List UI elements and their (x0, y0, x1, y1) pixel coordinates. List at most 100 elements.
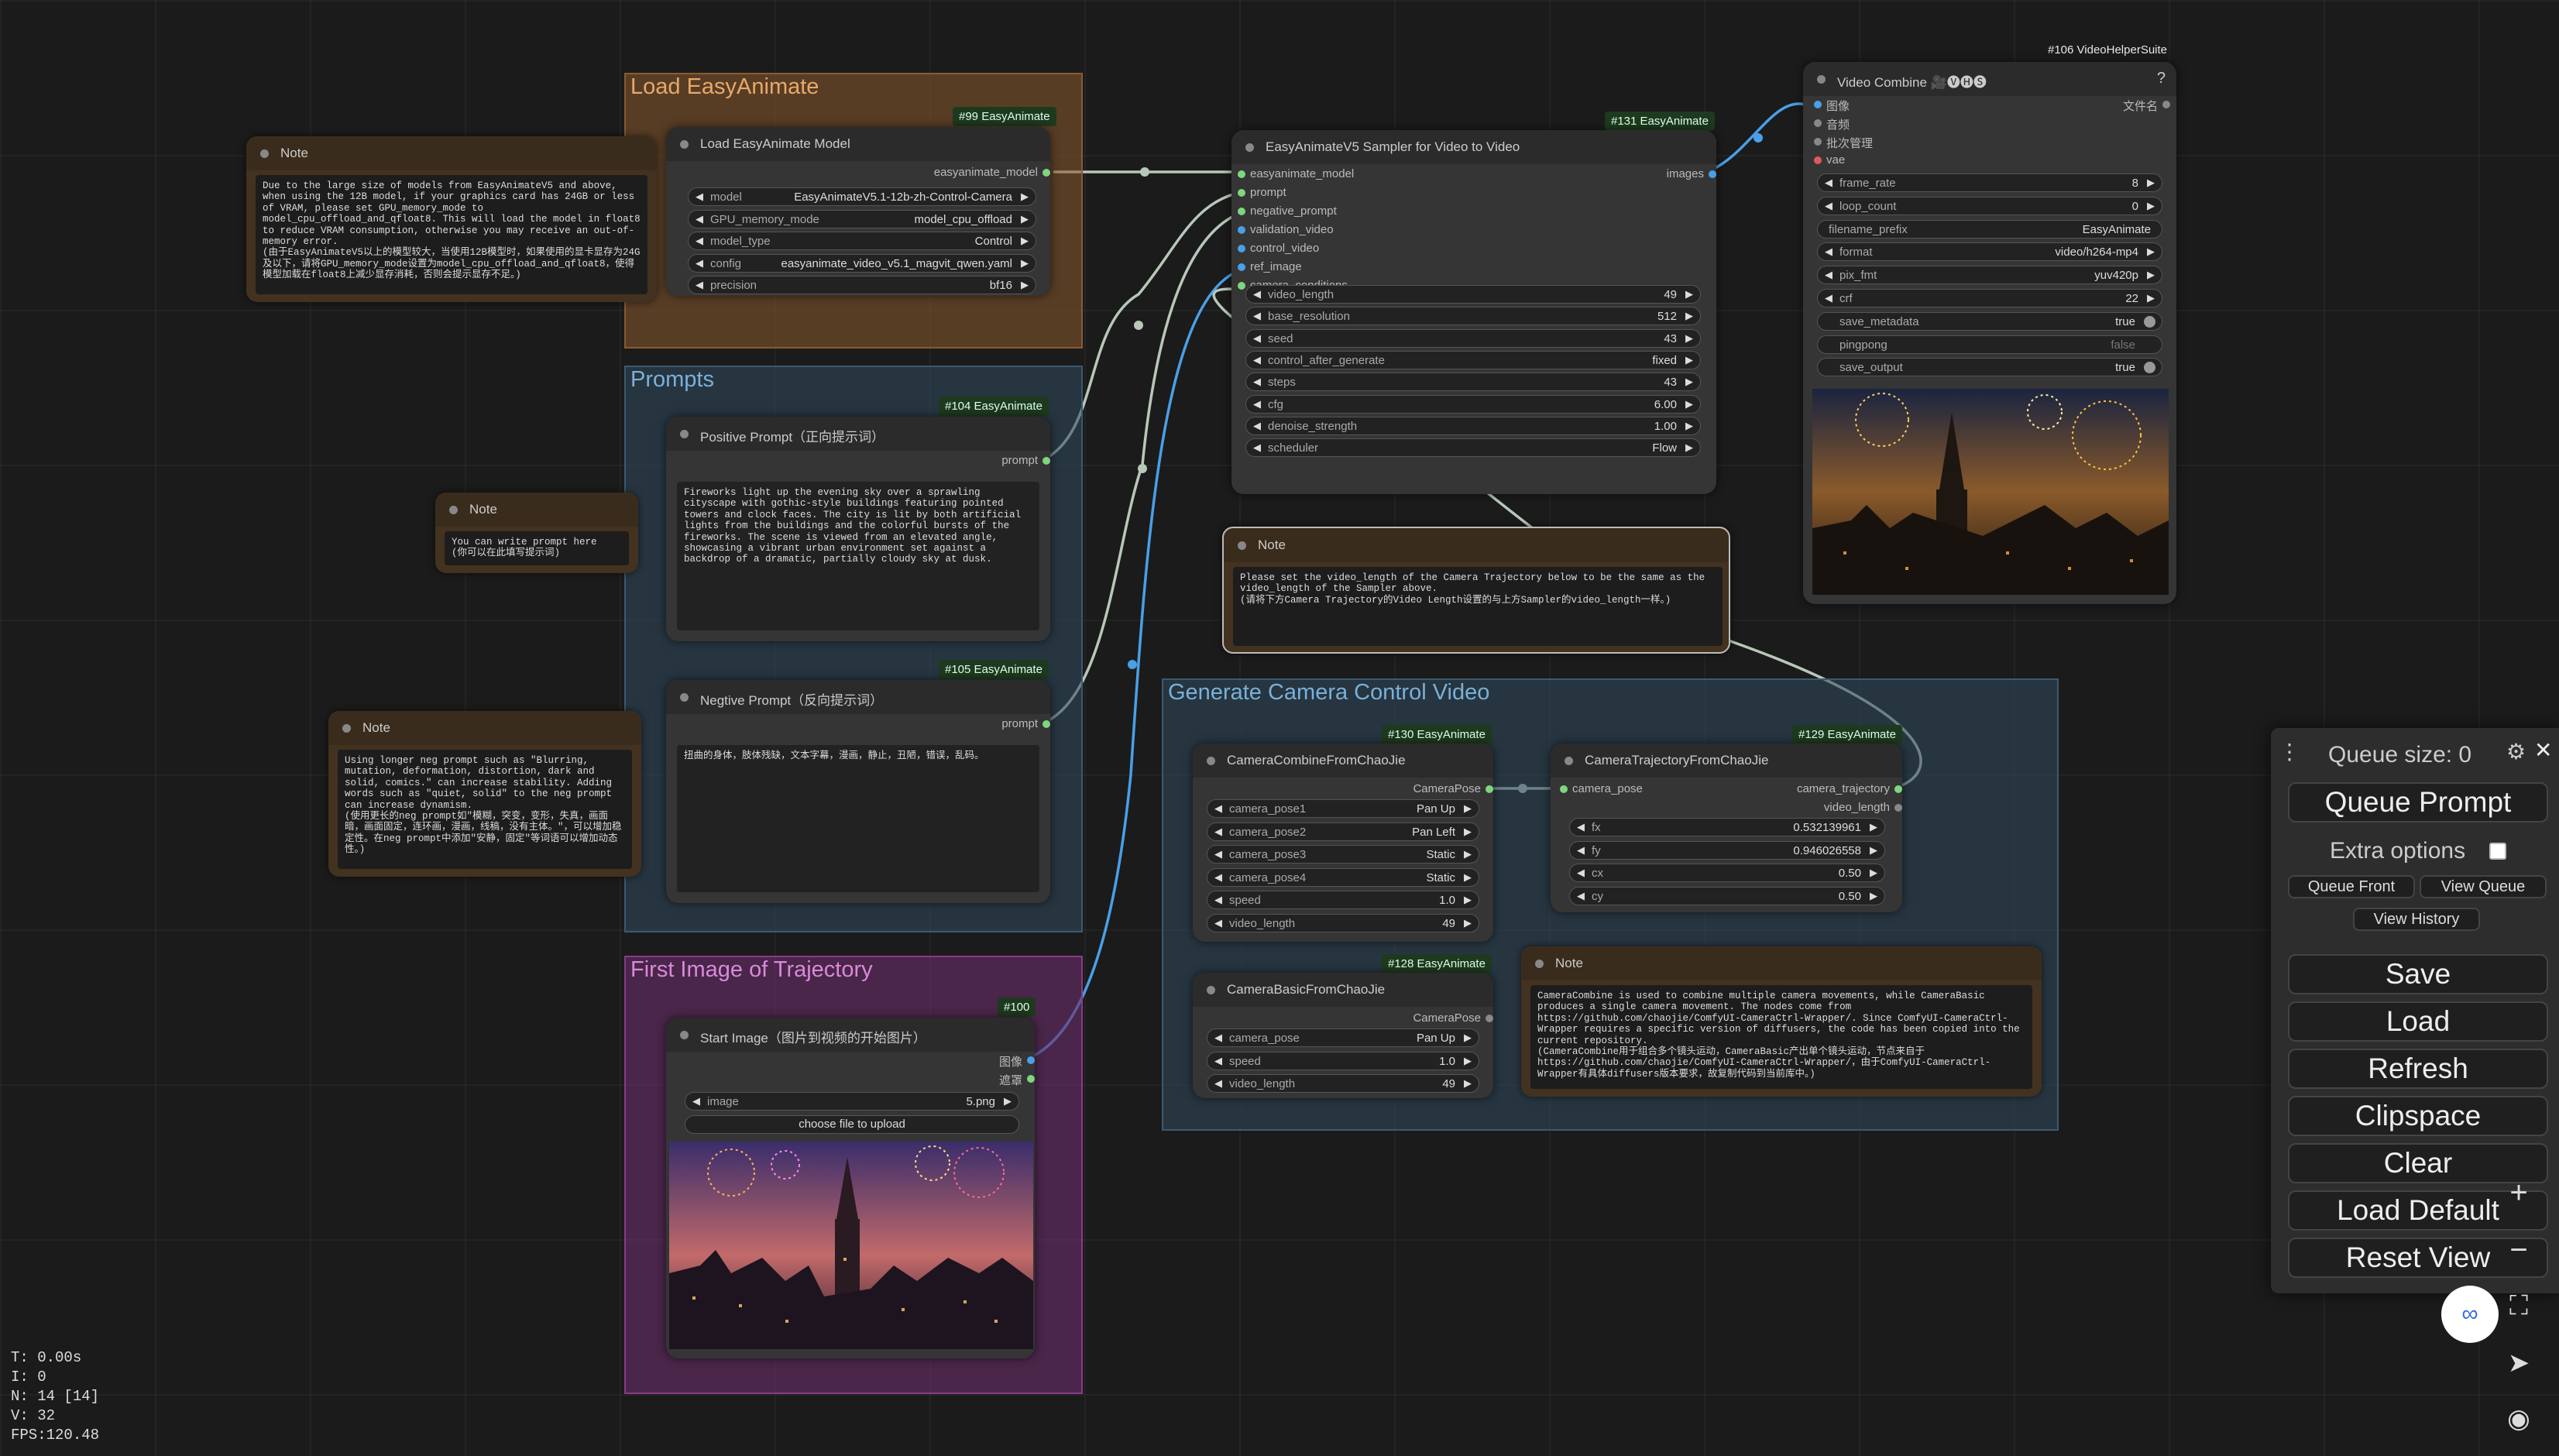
input-slot[interactable]: easyanimate_model (1238, 167, 1354, 180)
load-model-node[interactable]: Load EasyAnimate Model easyanimate_model… (666, 127, 1050, 296)
view-history-button[interactable]: View History (2353, 908, 2480, 931)
note-node[interactable]: Note Using longer neg prompt such as "Bl… (328, 711, 641, 877)
node-header[interactable]: Note (1521, 946, 2042, 980)
zoom-in-icon[interactable]: + (2488, 1169, 2550, 1216)
decrement-arrow-icon[interactable]: ◀ (1253, 332, 1261, 345)
note-node[interactable]: Note Please set the video_length of the … (1222, 527, 1730, 654)
increment-arrow-icon[interactable]: ▶ (1685, 288, 1693, 300)
decrement-arrow-icon[interactable]: ◀ (1577, 867, 1585, 879)
collapse-dot[interactable] (449, 506, 458, 514)
decrement-arrow-icon[interactable]: ◀ (1577, 844, 1585, 857)
input-slot[interactable]: control_video (1238, 242, 1319, 255)
input-slot[interactable]: camera_pose (1560, 782, 1643, 795)
widget-denoise-strength[interactable]: denoise_strength 1.00 ◀ ▶ (1245, 416, 1701, 435)
camera-trajectory-node[interactable]: CameraTrajectoryFromChaoJie camera_pose … (1551, 743, 1902, 912)
extra-options-checkbox[interactable] (2489, 843, 2506, 860)
widget-GPU-memory-mode[interactable]: GPU_memory_mode model_cpu_offload ◀ ▶ (688, 209, 1036, 228)
decrement-arrow-icon[interactable]: ◀ (1253, 310, 1261, 322)
increment-arrow-icon[interactable]: ▶ (2147, 246, 2155, 258)
input-slot[interactable]: ref_image (1238, 260, 1302, 273)
collapse-dot[interactable] (342, 724, 351, 733)
note-node[interactable]: Note Due to the large size of models fro… (246, 136, 657, 302)
widget-config[interactable]: config easyanimate_video_v5.1_magvit_qwen… (688, 253, 1036, 273)
input-slot[interactable]: 音频 (1814, 116, 1850, 132)
menu-icon[interactable]: ⋮ (2279, 739, 2300, 764)
increment-arrow-icon[interactable]: ▶ (1021, 235, 1029, 247)
input-slot[interactable]: validation_video (1238, 223, 1334, 236)
widget-cy[interactable]: cy 0.50 ◀ ▶ (1569, 886, 1885, 905)
input-slot[interactable]: 图像 (1814, 98, 1850, 114)
positive-prompt-node[interactable]: Positive Prompt（正向提示词） prompt Fireworks … (666, 417, 1050, 641)
increment-arrow-icon[interactable]: ▶ (1870, 867, 1877, 879)
widget-format[interactable]: format video/h264-mp4 ◀ ▶ (1817, 242, 2162, 262)
widget-camera-pose1[interactable]: camera_pose1 Pan Up ◀ ▶ (1207, 799, 1479, 818)
widget-video-length[interactable]: video_length 49 ◀ ▶ (1245, 285, 1701, 304)
widget-pix-fmt[interactable]: pix_fmt yuv420p ◀ ▶ (1817, 266, 2162, 285)
pointer-icon[interactable]: ➤ (2488, 1340, 2550, 1386)
increment-arrow-icon[interactable]: ▶ (1685, 441, 1693, 454)
gear-icon[interactable]: ⚙ (2506, 739, 2526, 764)
toggle-knob[interactable] (2144, 315, 2155, 328)
decrement-arrow-icon[interactable]: ◀ (1214, 826, 1222, 838)
refresh-button[interactable]: Refresh (2288, 1049, 2548, 1089)
widget-pingpong[interactable]: pingpong false (1817, 335, 2162, 354)
node-header[interactable]: Load EasyAnimate Model (666, 127, 1050, 161)
note-text[interactable]: Due to the large size of models from Eas… (256, 175, 647, 294)
increment-arrow-icon[interactable]: ▶ (1021, 213, 1029, 225)
note-node[interactable]: Note You can write prompt here (你可以在此填写提… (435, 493, 638, 573)
increment-arrow-icon[interactable]: ▶ (1464, 826, 1472, 838)
load-button[interactable]: Load (2288, 1001, 2548, 1042)
widget-save-metadata[interactable]: save_metadata true (1817, 311, 2162, 331)
increment-arrow-icon[interactable]: ▶ (1685, 420, 1693, 432)
collapse-dot[interactable] (1565, 757, 1573, 765)
widget-video-length[interactable]: video_length 49 ◀ ▶ (1207, 914, 1479, 932)
decrement-arrow-icon[interactable]: ◀ (1214, 1055, 1222, 1067)
decrement-arrow-icon[interactable]: ◀ (1214, 1077, 1222, 1090)
note-text[interactable]: You can write prompt here (你可以在此填写提示词) (445, 531, 629, 565)
widget-camera-pose4[interactable]: camera_pose4 Static ◀ ▶ (1207, 867, 1479, 887)
widget-precision[interactable]: precision bf16 ◀ ▶ (688, 276, 1036, 294)
increment-arrow-icon[interactable]: ▶ (1464, 1032, 1472, 1044)
increment-arrow-icon[interactable]: ▶ (1021, 257, 1029, 270)
widget-frame-rate[interactable]: frame_rate 8 ◀ ▶ (1817, 173, 2162, 192)
increment-arrow-icon[interactable]: ▶ (1464, 848, 1472, 860)
widget-camera-pose2[interactable]: camera_pose2 Pan Left ◀ ▶ (1207, 822, 1479, 841)
output-slot[interactable]: prompt (1001, 717, 1050, 730)
node-header[interactable]: CameraBasicFromChaoJie (1193, 973, 1493, 1007)
widget-save-output[interactable]: save_output true (1817, 358, 2162, 377)
decrement-arrow-icon[interactable]: ◀ (1825, 269, 1833, 281)
collapse-dot[interactable] (1207, 757, 1215, 765)
video-combine-node[interactable]: Video Combine 🎥🅥🅗🅢? 图像 音频 批次管理 vae 文件名 f… (1803, 62, 2176, 604)
collapse-dot[interactable] (1245, 143, 1254, 152)
increment-arrow-icon[interactable]: ▶ (2147, 292, 2155, 304)
output-slot[interactable]: 文件名 (2123, 98, 2170, 114)
decrement-arrow-icon[interactable]: ◀ (1214, 894, 1222, 906)
negative-prompt-node[interactable]: Negtive Prompt（反向提示词） prompt 扭曲的身体，肢体残缺，… (666, 680, 1050, 903)
collapse-dot[interactable] (680, 693, 689, 702)
decrement-arrow-icon[interactable]: ◀ (1577, 821, 1585, 833)
note-node[interactable]: Note CameraCombine is used to combine mu… (1521, 946, 2042, 1097)
decrement-arrow-icon[interactable]: ◀ (1253, 398, 1261, 410)
widget-scheduler[interactable]: scheduler Flow ◀ ▶ (1245, 438, 1701, 458)
widget-cx[interactable]: cx 0.50 ◀ ▶ (1569, 864, 1885, 883)
increment-arrow-icon[interactable]: ▶ (1685, 376, 1693, 388)
decrement-arrow-icon[interactable]: ◀ (1214, 917, 1222, 929)
save-button[interactable]: Save (2288, 954, 2548, 994)
camera-combine-node[interactable]: CameraCombineFromChaoJie CameraPose came… (1193, 743, 1493, 942)
decrement-arrow-icon[interactable]: ◀ (696, 235, 703, 247)
close-icon[interactable]: ✕ (2534, 737, 2552, 763)
output-slot-length[interactable]: video_length (1824, 801, 1902, 814)
note-text[interactable]: Please set the video_length of the Camer… (1233, 567, 1723, 646)
visibility-eye-icon[interactable]: ◉ (2488, 1396, 2550, 1442)
output-slot[interactable]: CameraPose (1413, 1011, 1493, 1025)
decrement-arrow-icon[interactable]: ◀ (1825, 292, 1833, 304)
widget-camera-pose3[interactable]: camera_pose3 Static ◀ ▶ (1207, 845, 1479, 864)
image-select[interactable]: ◀ image 5.png ▶ (685, 1092, 1019, 1111)
widget-speed[interactable]: speed 1.0 ◀ ▶ (1207, 891, 1479, 910)
camera-basic-node[interactable]: CameraBasicFromChaoJie CameraPose camera… (1193, 973, 1493, 1098)
increment-arrow-icon[interactable]: ▶ (1870, 890, 1877, 902)
collapse-dot[interactable] (680, 1031, 689, 1039)
decrement-arrow-icon[interactable]: ◀ (696, 213, 703, 225)
decrement-arrow-icon[interactable]: ◀ (1825, 177, 1833, 189)
output-slot[interactable]: CameraPose (1413, 782, 1493, 795)
